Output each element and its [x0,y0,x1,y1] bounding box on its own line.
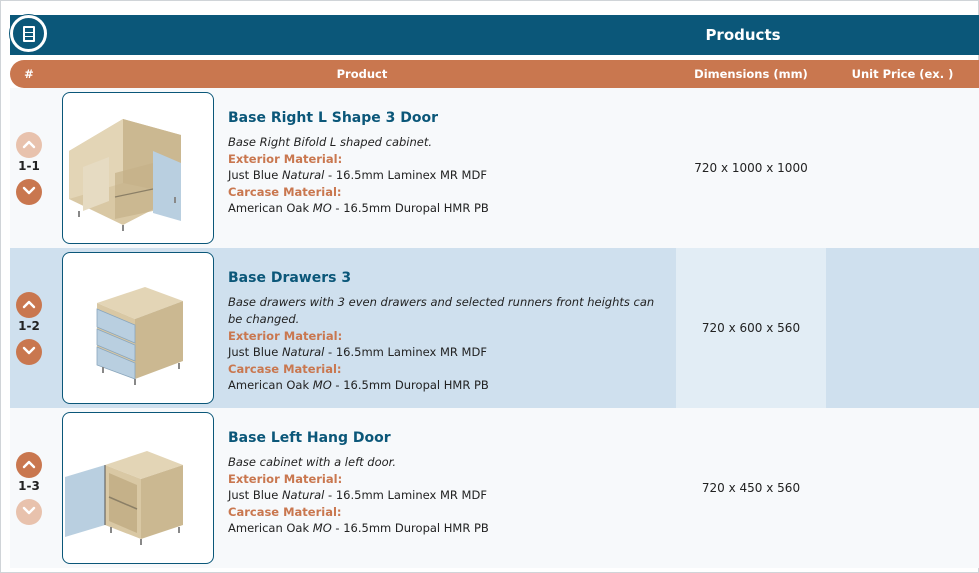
product-description: Base Right Bifold L shaped cabinet. [228,135,433,149]
exterior-material-label: Exterior Material: [228,329,343,343]
logo [10,15,47,52]
carcase-material-label: Carcase Material: [228,185,342,199]
move-down-button[interactable] [16,499,42,525]
carcase-material-value: American Oak MO - 16.5mm Duropal HMR PB [228,201,489,215]
row-number: 1-1 [18,159,40,173]
dimensions-value: 720 x 600 x 560 [701,321,801,335]
product-info: Base Left Hang Door Base cabinet with a … [228,430,668,537]
move-down-button[interactable] [16,179,42,205]
product-name[interactable]: Base Drawers 3 [228,270,668,286]
hang-door-cabinet-image [65,451,183,545]
cabinet-icon [23,26,35,42]
column-dimensions: Dimensions (mm) [694,67,808,81]
drawers-cabinet-image [96,287,183,385]
move-up-button[interactable] [16,452,42,478]
row-number: 1-3 [18,479,40,493]
chevron-up-icon [22,300,36,309]
exterior-material-label: Exterior Material: [228,152,343,166]
product-image[interactable] [62,92,214,244]
dimensions-value: 720 x 450 x 560 [701,481,801,495]
move-up-button[interactable] [16,292,42,318]
move-up-button[interactable] [16,132,42,158]
carcase-material-label: Carcase Material: [228,505,342,519]
column-header: # Product Dimensions (mm) Unit Price (ex… [10,60,979,88]
column-num: # [24,67,34,81]
product-description: Base cabinet with a left door. [228,455,396,469]
chevron-up-icon [22,140,36,149]
product-image[interactable] [62,252,214,404]
chevron-down-icon [22,506,36,515]
carcase-material-value: American Oak MO - 16.5mm Duropal HMR PB [228,521,489,535]
carcase-material-value: American Oak MO - 16.5mm Duropal HMR PB [228,378,489,392]
carcase-material-label: Carcase Material: [228,362,342,376]
product-description: Base drawers with 3 even drawers and sel… [228,295,655,326]
exterior-material-value: Just Blue Natural - 16.5mm Laminex MR MD… [228,168,487,182]
page-title: Products [705,26,781,44]
product-info: Base Right L Shape 3 Door Base Right Bif… [228,110,668,217]
exterior-material-label: Exterior Material: [228,472,343,486]
table-row: 1-2 Base Drawers 3 Base drawers with 3 e… [10,248,979,408]
product-info: Base Drawers 3 Base drawers with 3 even … [228,270,668,394]
l-shape-cabinet-image [69,119,181,231]
product-image[interactable] [62,412,214,564]
column-product: Product [336,67,388,81]
row-number: 1-2 [18,319,40,333]
chevron-down-icon [22,186,36,195]
exterior-material-value: Just Blue Natural - 16.5mm Laminex MR MD… [228,345,487,359]
chevron-up-icon [22,460,36,469]
column-unit-price: Unit Price (ex. ) [851,67,954,81]
exterior-material-value: Just Blue Natural - 16.5mm Laminex MR MD… [228,488,487,502]
move-down-button[interactable] [16,339,42,365]
product-name[interactable]: Base Right L Shape 3 Door [228,110,668,126]
table-row: 1-3 Base Left Hang Door Base cabinet wit… [10,408,979,568]
product-name[interactable]: Base Left Hang Door [228,430,668,446]
chevron-down-icon [22,346,36,355]
header-bar: Products [10,15,979,55]
table-row: 1-1 Base Right L Shape 3 Door Base Right… [10,88,979,248]
dimensions-value: 720 x 1000 x 1000 [694,161,808,175]
